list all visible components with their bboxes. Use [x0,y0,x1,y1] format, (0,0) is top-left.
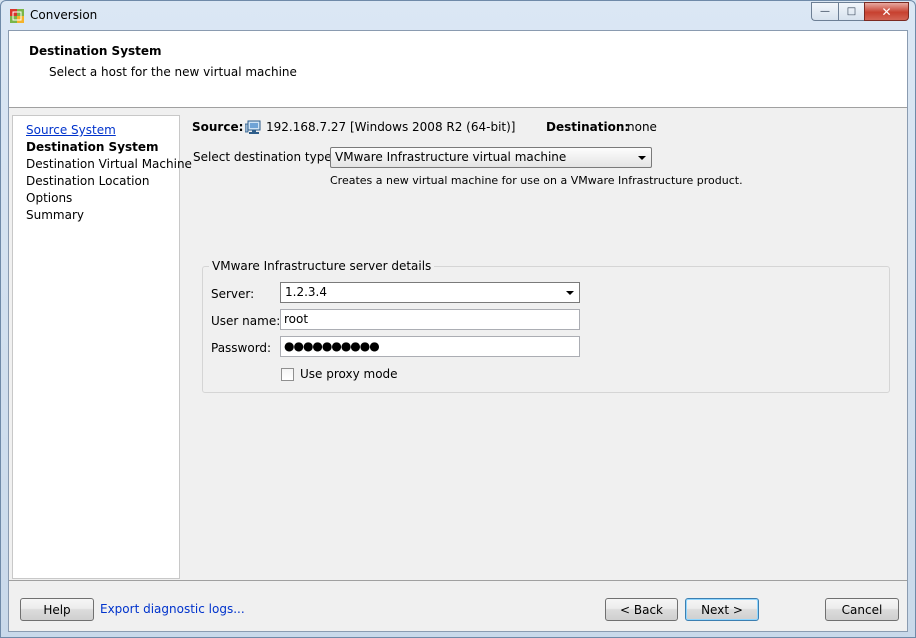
main-panel: Source: 192.168.7.27 [Windows 2008 R2 (6… [192,115,904,579]
conversion-window: Conversion — □ ✕ Destination System Sele… [0,0,916,638]
destination-type-value: VMware Infrastructure virtual machine [335,150,567,164]
wizard-steps-panel: Source System Destination System Destina… [12,115,192,579]
server-details-legend: VMware Infrastructure server details [209,259,435,273]
chevron-down-icon [638,156,646,160]
chevron-down-icon [566,291,574,295]
window-controls: — □ ✕ [811,2,909,21]
destination-value: none [627,120,657,134]
use-proxy-label[interactable]: Use proxy mode [300,367,398,381]
password-label: Password: [211,341,272,355]
step-destination-location: Destination Location [26,174,150,188]
server-combobox[interactable]: 1.2.3.4 [280,282,580,303]
step-source-system[interactable]: Source System [26,123,116,137]
password-input[interactable]: ●●●●●●●●●● [280,336,580,357]
close-button[interactable]: ✕ [864,2,909,21]
footer-divider [9,580,907,581]
help-button[interactable]: Help [20,598,94,621]
dest-type-label: Select destination type: [193,150,336,164]
destination-label: Destination: [546,120,630,134]
cancel-button[interactable]: Cancel [825,598,899,621]
step-options: Options [26,191,73,205]
source-value: 192.168.7.27 [Windows 2008 R2 (64-bit)] [266,120,516,134]
step-summary: Summary [26,208,84,222]
minimize-button[interactable]: — [811,2,838,21]
step-destination-virtual-machine: Destination Virtual Machine [26,157,192,171]
page-subtitle: Select a host for the new virtual machin… [49,65,297,79]
monitor-icon [245,120,261,134]
maximize-icon: □ [846,6,857,17]
wizard-header: Destination System Select a host for the… [9,31,907,108]
page-title: Destination System [29,44,162,58]
window-title: Conversion [30,8,98,22]
close-icon: ✕ [881,4,892,19]
username-label: User name: [211,314,281,328]
server-details-group: VMware Infrastructure server details Ser… [202,259,890,393]
server-label: Server: [211,287,255,301]
username-input[interactable]: root [280,309,580,330]
source-label: Source: [192,120,244,134]
maximize-button[interactable]: □ [838,2,864,21]
wizard-client-area: Destination System Select a host for the… [8,30,908,632]
dest-type-hint: Creates a new virtual machine for use on… [330,174,743,187]
back-button[interactable]: < Back [605,598,678,621]
next-button[interactable]: Next > [685,598,759,621]
use-proxy-checkbox[interactable] [281,368,294,381]
server-value: 1.2.3.4 [285,285,327,299]
destination-type-select[interactable]: VMware Infrastructure virtual machine [330,147,652,168]
minimize-icon: — [820,6,830,17]
export-diagnostic-logs-link[interactable]: Export diagnostic logs... [100,602,245,616]
conversion-app-icon [10,9,24,23]
title-bar[interactable]: Conversion — □ ✕ [1,1,915,30]
step-destination-system: Destination System [26,140,159,154]
